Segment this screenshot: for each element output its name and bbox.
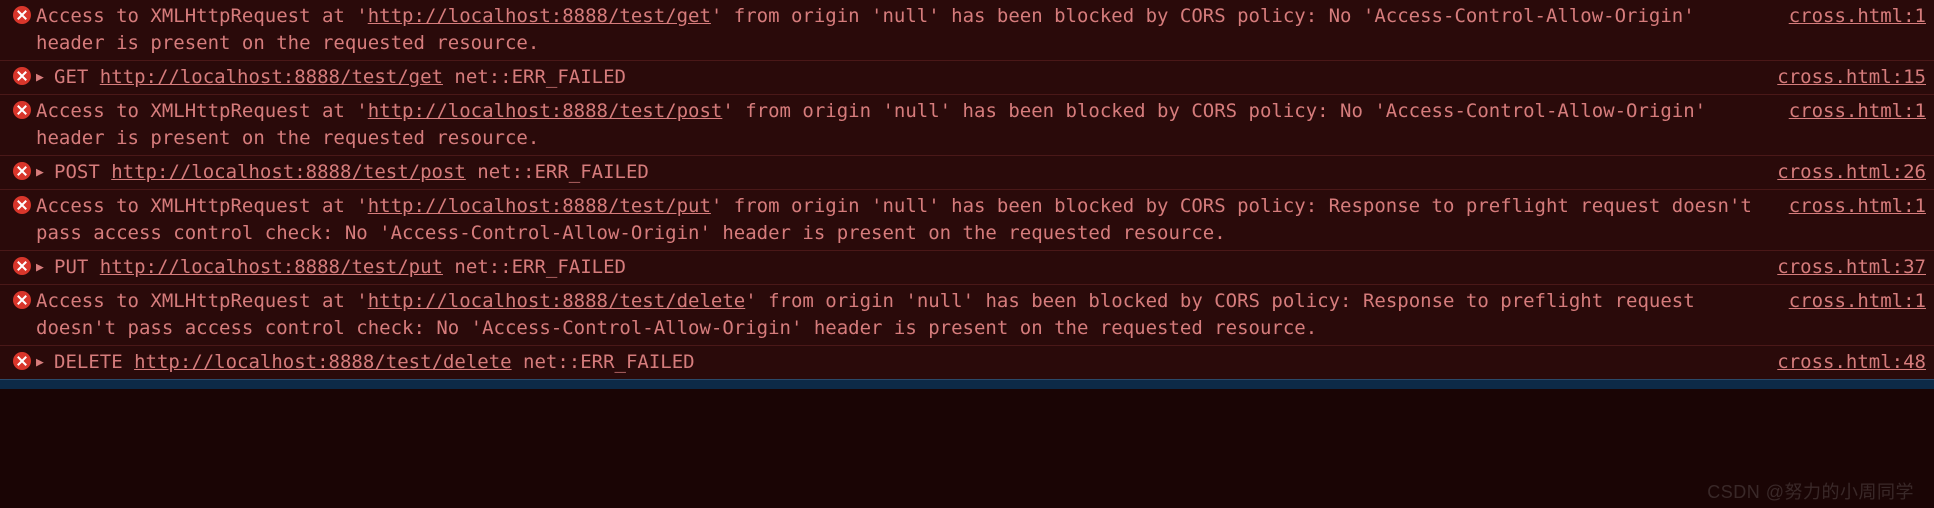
request-url[interactable]: http://localhost:8888/test/post <box>111 161 466 183</box>
console-message: Access to XMLHttpRequest at 'http://loca… <box>36 288 1769 342</box>
error-icon <box>13 257 31 275</box>
source-link[interactable]: cross.html:1 <box>1769 288 1926 315</box>
error-icon <box>13 162 31 180</box>
console-panel: Access to XMLHttpRequest at 'http://loca… <box>0 0 1934 379</box>
console-row[interactable]: Access to XMLHttpRequest at 'http://loca… <box>0 94 1934 155</box>
console-message: Access to XMLHttpRequest at 'http://loca… <box>36 3 1769 57</box>
disclosure-triangle-icon[interactable]: ▶ <box>36 349 54 376</box>
error-icon <box>13 352 31 370</box>
console-message: Access to XMLHttpRequest at 'http://loca… <box>36 193 1769 247</box>
source-link[interactable]: cross.html:26 <box>1757 159 1926 186</box>
error-icon <box>13 291 31 309</box>
console-message: Access to XMLHttpRequest at 'http://loca… <box>36 98 1769 152</box>
request-url[interactable]: http://localhost:8888/test/get <box>100 66 443 88</box>
source-link[interactable]: cross.html:1 <box>1769 193 1926 220</box>
request-url[interactable]: http://localhost:8888/test/get <box>368 5 711 27</box>
error-icon <box>13 196 31 214</box>
console-row[interactable]: Access to XMLHttpRequest at 'http://loca… <box>0 0 1934 60</box>
disclosure-triangle-icon[interactable]: ▶ <box>36 64 54 91</box>
error-icon <box>13 6 31 24</box>
request-url[interactable]: http://localhost:8888/test/post <box>368 100 723 122</box>
console-message: POST http://localhost:8888/test/post net… <box>54 159 1757 186</box>
console-row[interactable]: ▶ POST http://localhost:8888/test/post n… <box>0 155 1934 189</box>
disclosure-triangle-icon[interactable]: ▶ <box>36 159 54 186</box>
watermark: CSDN @努力的小周同学 <box>1707 478 1914 504</box>
request-url[interactable]: http://localhost:8888/test/put <box>368 195 711 217</box>
error-icon <box>13 67 31 85</box>
console-input-strip[interactable] <box>0 379 1934 389</box>
disclosure-triangle-icon[interactable]: ▶ <box>36 254 54 281</box>
source-link[interactable]: cross.html:15 <box>1757 64 1926 91</box>
console-row[interactable]: ▶ PUT http://localhost:8888/test/put net… <box>0 250 1934 284</box>
console-row[interactable]: Access to XMLHttpRequest at 'http://loca… <box>0 189 1934 250</box>
source-link[interactable]: cross.html:1 <box>1769 3 1926 30</box>
console-row[interactable]: ▶ GET http://localhost:8888/test/get net… <box>0 60 1934 94</box>
source-link[interactable]: cross.html:48 <box>1757 349 1926 376</box>
error-icon <box>13 101 31 119</box>
console-row[interactable]: ▶ DELETE http://localhost:8888/test/dele… <box>0 345 1934 379</box>
request-url[interactable]: http://localhost:8888/test/delete <box>368 290 746 312</box>
request-url[interactable]: http://localhost:8888/test/put <box>100 256 443 278</box>
source-link[interactable]: cross.html:37 <box>1757 254 1926 281</box>
console-message: PUT http://localhost:8888/test/put net::… <box>54 254 1757 281</box>
console-row[interactable]: Access to XMLHttpRequest at 'http://loca… <box>0 284 1934 345</box>
console-message: DELETE http://localhost:8888/test/delete… <box>54 349 1757 376</box>
request-url[interactable]: http://localhost:8888/test/delete <box>134 351 512 373</box>
console-message: GET http://localhost:8888/test/get net::… <box>54 64 1757 91</box>
source-link[interactable]: cross.html:1 <box>1769 98 1926 125</box>
